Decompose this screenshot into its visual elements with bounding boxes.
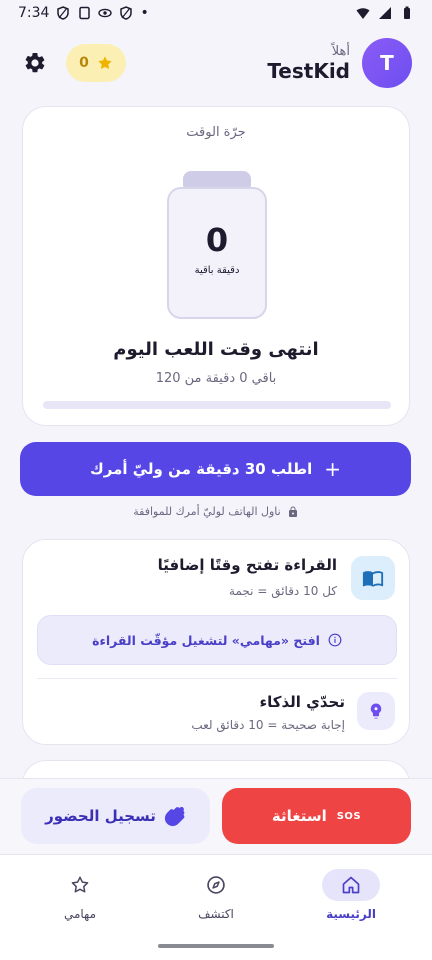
approval-hint: ناول الهاتف لوليّ أمرك للموافقة bbox=[0, 505, 432, 518]
brain-icon bbox=[370, 703, 382, 719]
nav-item-home[interactable]: الرئيسية bbox=[291, 869, 411, 921]
status-left: 7:34 • bbox=[18, 5, 149, 21]
settings-button[interactable] bbox=[22, 50, 48, 76]
attendance-button[interactable]: تسجيل الحضور bbox=[21, 788, 210, 844]
quiz-title: تحدّي الذكاء bbox=[259, 693, 345, 711]
approval-hint-text: ناول الهاتف لوليّ أمرك للموافقة bbox=[133, 505, 281, 518]
rewards-divider bbox=[37, 678, 397, 679]
request-time-label: اطلب 30 دقيقة من وليّ أمرك bbox=[90, 460, 313, 478]
quiz-subtitle: إجابة صحيحة = 10 دقائق لعب bbox=[191, 718, 345, 732]
rewards-card: القراءة تفتح وقتًا إضافيًا كل 10 دقائق =… bbox=[22, 539, 410, 745]
battery-icon bbox=[404, 6, 410, 19]
play-time-status: انتهى وقت اللعب اليوم bbox=[113, 339, 319, 360]
avatar[interactable]: T bbox=[362, 38, 412, 88]
nav-tasks-icon-wrap bbox=[51, 869, 109, 901]
attendance-label: تسجيل الحضور bbox=[45, 807, 156, 825]
lock-icon bbox=[288, 506, 297, 517]
request-time-button[interactable]: + اطلب 30 دقيقة من وليّ أمرك bbox=[20, 442, 411, 496]
stars-counter[interactable]: 0 bbox=[66, 44, 126, 82]
info-icon bbox=[328, 633, 342, 647]
time-jar: 0 دقيقة باقية bbox=[167, 187, 267, 319]
status-right bbox=[356, 6, 414, 20]
greeting-text: أهلاً bbox=[331, 43, 350, 59]
compass-icon bbox=[207, 876, 225, 894]
nav-item-explore[interactable]: اكتشف bbox=[156, 869, 276, 921]
minutes-left-value: 0 bbox=[205, 221, 229, 259]
username: TestKid bbox=[267, 58, 350, 83]
star-icon bbox=[98, 56, 112, 69]
shield-icon bbox=[57, 6, 70, 20]
action-bar: SOS استغاثة تسجيل الحضور bbox=[0, 778, 432, 854]
nav-explore-icon-wrap bbox=[187, 869, 245, 901]
book-icon bbox=[362, 571, 384, 587]
remaining-text: باقي 0 دقيقة من 120 bbox=[155, 371, 277, 386]
nav-item-tasks[interactable]: مهامي bbox=[20, 869, 140, 921]
plus-icon: + bbox=[324, 457, 341, 481]
status-dot: • bbox=[140, 5, 149, 21]
reading-subtitle: كل 10 دقائق = نجمة bbox=[229, 584, 337, 598]
gear-icon bbox=[25, 52, 45, 73]
status-bar: 7:34 • bbox=[0, 0, 432, 26]
minutes-left-unit: دقيقة باقية bbox=[194, 265, 240, 276]
header: T أهلاً TestKid 0 bbox=[22, 36, 412, 90]
waving-hand-icon bbox=[164, 806, 185, 827]
copy-icon bbox=[79, 6, 91, 20]
header-actions: 0 bbox=[22, 44, 126, 82]
nav-home-label: الرئيسية bbox=[326, 907, 376, 921]
open-tasks-label: افتح «مهامي» لتشغيل مؤقّت القراءة bbox=[92, 632, 320, 648]
nav-explore-label: اكتشف bbox=[198, 907, 234, 921]
greeting-block: أهلاً TestKid bbox=[267, 44, 350, 83]
status-time: 7:34 bbox=[18, 5, 50, 21]
nav-home-icon-wrap bbox=[322, 869, 380, 901]
stars-count: 0 bbox=[79, 55, 89, 71]
star-outline-icon bbox=[71, 876, 89, 893]
nav-tasks-label: مهامي bbox=[63, 907, 97, 921]
sos-button[interactable]: SOS استغاثة bbox=[222, 788, 411, 844]
gesture-bar[interactable] bbox=[158, 944, 274, 948]
shield-off-icon bbox=[120, 6, 133, 20]
time-jar-card: جرّة الوقت 0 دقيقة باقية انتهى وقت اللعب… bbox=[22, 106, 410, 426]
open-tasks-banner[interactable]: افتح «مهامي» لتشغيل مؤقّت القراءة bbox=[37, 615, 397, 665]
time-progress-bar bbox=[43, 401, 391, 409]
time-jar-title: جرّة الوقت bbox=[186, 125, 246, 140]
home-icon bbox=[342, 876, 360, 894]
quiz-icon-tile bbox=[357, 692, 395, 730]
signal-icon bbox=[379, 7, 391, 19]
eye-icon bbox=[98, 8, 113, 18]
reading-title: القراءة تفتح وقتًا إضافيًا bbox=[157, 556, 337, 574]
sos-label: استغاثة bbox=[271, 807, 327, 825]
wifi-icon bbox=[356, 8, 370, 19]
sos-tag: SOS bbox=[336, 810, 362, 822]
reading-icon-tile bbox=[351, 556, 395, 600]
